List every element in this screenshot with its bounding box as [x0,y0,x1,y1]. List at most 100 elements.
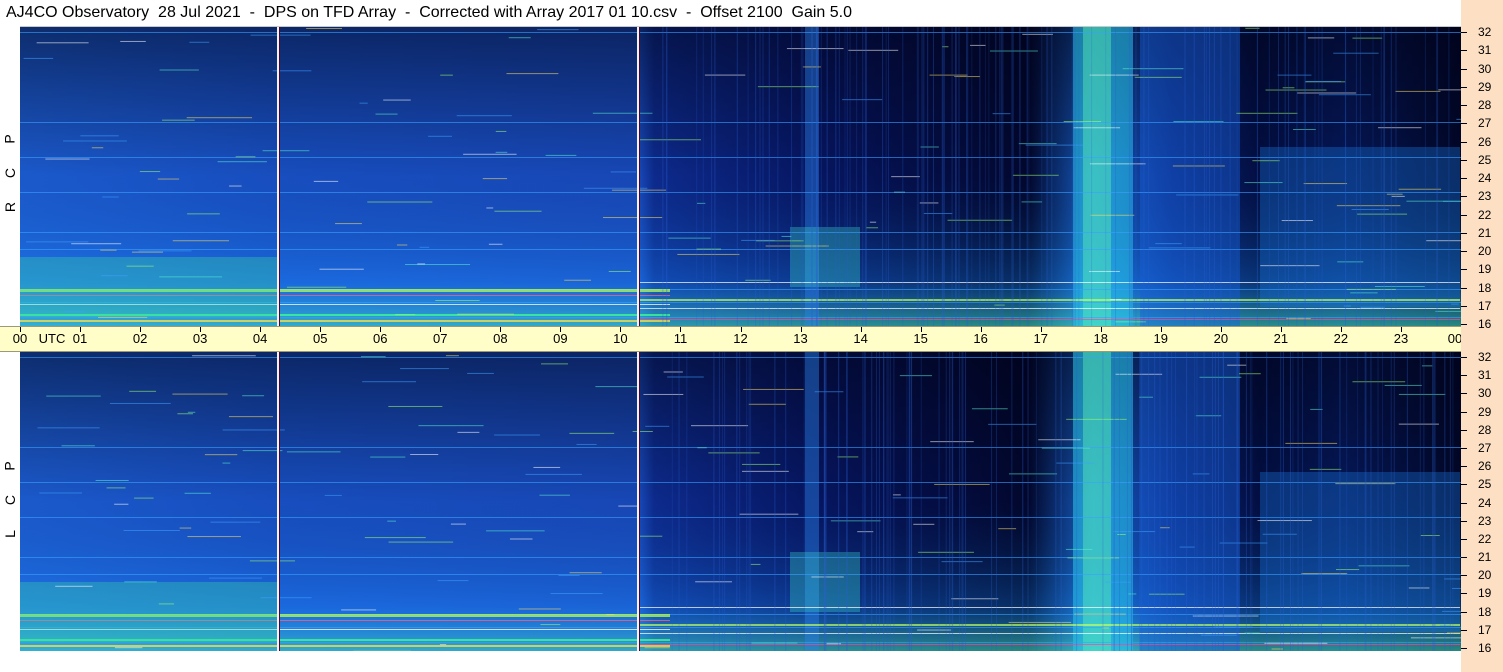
hour-label: 15 [913,331,928,346]
mhz-label: 21 [1478,225,1492,240]
hour-label: 07 [433,331,448,346]
mhz-tick [1461,393,1467,395]
mhz-tick [1461,502,1467,504]
hour-label: 10 [613,331,628,346]
mhz-label: 30 [1478,61,1492,76]
mhz-tick [1461,50,1467,52]
hour-label: 21 [1273,331,1289,346]
rcp-spectrogram-image [20,27,1461,326]
rcp-label: P C R [0,131,20,215]
mhz-tick [1461,447,1467,449]
mhz-tick [1461,429,1467,431]
mhz-label: 17 [1478,622,1492,637]
mhz-tick [1461,629,1467,631]
mhz-tick [1461,159,1467,161]
hour-label: 11 [673,331,688,346]
mhz-tick [1461,484,1467,486]
mhz-tick [1461,375,1467,377]
hour-label: 16 [973,331,988,346]
hour-label: 13 [793,331,808,346]
utc-label: UTC [38,331,66,346]
lcp-label: P C L [0,458,20,542]
rcp-letter: P [2,134,18,144]
lcp-spectrogram-image [20,352,1461,651]
hour-label: 17 [1033,331,1048,346]
mhz-tick [1461,538,1467,540]
lcp-letter: C [2,494,18,506]
mhz-label: 31 [1478,43,1492,58]
mhz-tick [1461,520,1467,522]
mhz-tick [1461,251,1467,252]
mhz-label: 32 [1478,25,1492,39]
mhz-label: 22 [1478,531,1492,546]
mhz-label: 31 [1478,368,1492,383]
utc-time-ruler: 00 UTC 01 02 03 04 05 06 07 08 09 10 11 12 13 14 15 16 17 1… [0,326,1503,352]
hour-label: 08 [493,331,508,346]
mhz-tick [1461,324,1467,325]
mhz-label: 19 [1478,262,1492,277]
hour-label: 18 [1093,331,1108,346]
mhz-tick [1461,269,1467,271]
mhz-tick [1461,611,1467,613]
mhz-label: 16 [1478,317,1492,331]
mhz-label: 29 [1478,404,1492,419]
hour-label: 06 [373,331,388,346]
mhz-label: 20 [1478,568,1492,583]
mhz-label: 28 [1478,422,1492,437]
mhz-tick [1461,648,1467,649]
mhz-tick [1461,466,1467,468]
mhz-label: 23 [1478,513,1492,528]
hour-label: 19 [1153,331,1169,346]
mhz-tick [1461,86,1467,88]
mhz-label: 19 [1478,586,1492,601]
mhz-tick [1461,214,1467,216]
hour-label: 14 [853,331,868,346]
mhz-label: 27 [1478,116,1492,131]
hour-label: 22 [1333,331,1349,346]
mhz-label: 26 [1478,459,1492,474]
hour-label: 05 [312,331,328,346]
hour-label: 02 [132,331,148,346]
hour-label: 04 [252,331,268,346]
mhz-tick [1461,287,1467,289]
mhz-label: 32 [1478,350,1492,364]
hour-label: 09 [553,331,568,346]
rcp-letter: C [2,167,18,179]
mhz-tick [1461,178,1467,179]
mhz-label: 28 [1478,98,1492,112]
title-bar: AJ4CO Observatory 28 Jul 2021 - DPS on T… [0,0,1461,27]
mhz-label: 18 [1478,604,1492,619]
hour-label: 12 [733,331,748,346]
hour-label: 00 [12,331,28,346]
mhz-tick [1461,593,1467,595]
mhz-tick [1461,196,1467,198]
mhz-label: 30 [1478,386,1492,401]
mhz-label: 22 [1478,207,1492,222]
lcp-letter: P [2,461,18,471]
mhz-label: 25 [1478,152,1492,167]
mhz-tick [1461,575,1467,577]
rcp-letter: R [2,201,18,213]
lcp-letter: L [1,530,18,538]
mhz-label: 24 [1478,171,1492,185]
mhz-tick [1461,557,1467,559]
mhz-label: 18 [1478,280,1492,295]
mhz-tick [1461,32,1467,33]
mhz-label: 25 [1478,477,1492,492]
hour-label: 03 [192,331,208,346]
hour-label: 20 [1213,331,1229,346]
mhz-label: 21 [1478,550,1492,565]
mhz-tick [1461,68,1467,70]
mhz-tick [1461,357,1467,358]
mhz-tick [1461,411,1467,413]
observatory-title: AJ4CO Observatory 28 Jul 2021 - DPS on T… [6,4,853,21]
rcp-spectrogram [20,27,1461,326]
mhz-label: 16 [1478,641,1492,655]
mhz-label: 24 [1478,495,1492,510]
mhz-label: 17 [1478,298,1492,313]
hour-label: 01 [72,331,88,346]
mhz-label: 26 [1478,134,1492,149]
hour-label: 23 [1393,331,1409,346]
mhz-tick [1461,305,1467,307]
mhz-label: 20 [1478,244,1492,258]
